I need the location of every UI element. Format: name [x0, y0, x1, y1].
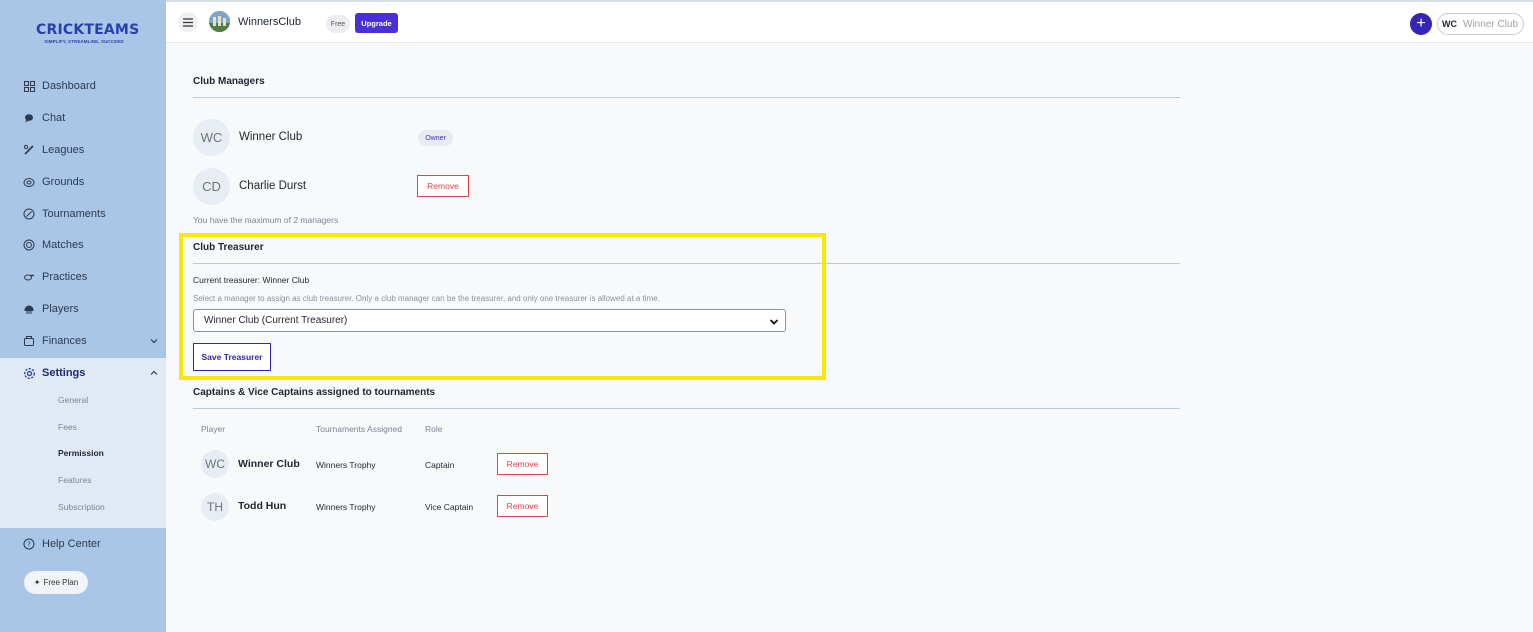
whistle-icon	[22, 270, 36, 284]
captains-title: Captains & Vice Captains assigned to tou…	[193, 387, 436, 398]
free-plan-button[interactable]: ✦ Free Plan	[24, 571, 88, 594]
sidebar-item-practices[interactable]: Practices	[0, 262, 166, 292]
divider	[193, 97, 1180, 98]
settings-sub-fees[interactable]: Fees	[58, 422, 77, 432]
stadium-icon	[22, 175, 36, 189]
sidebar-item-tournaments[interactable]: Tournaments	[0, 199, 166, 229]
free-plan-label: Free Plan	[43, 578, 79, 587]
sidebar-item-label: Finances	[42, 335, 87, 347]
sidebar-item-label: Matches	[42, 239, 84, 251]
trophy-icon	[22, 207, 36, 221]
role-cell: Captain	[425, 460, 455, 470]
grid-icon	[22, 79, 36, 93]
managers-limit-note: You have the maximum of 2 managers	[193, 215, 339, 225]
remove-vice-captain-button[interactable]: Remove	[497, 495, 548, 517]
settings-sub-features[interactable]: Features	[58, 475, 92, 485]
sidebar-item-label: Help Center	[42, 538, 101, 550]
sidebar-item-settings[interactable]: Settings	[0, 358, 166, 388]
sidebar-item-label: Settings	[42, 367, 86, 379]
menu-icon[interactable]	[178, 12, 198, 32]
column-header-role: Role	[425, 424, 443, 434]
sidebar-item-label: Chat	[42, 112, 66, 124]
sidebar-item-dashboard[interactable]: Dashboard	[0, 71, 166, 101]
sidebar-item-help-center[interactable]: ? Help Center	[0, 529, 166, 559]
divider	[193, 408, 1180, 409]
cricket-bat-icon	[22, 143, 36, 157]
top-bar: WinnersClub Free Upgrade + WC Winner Clu…	[166, 0, 1533, 43]
chevron-down-icon	[148, 335, 160, 347]
remove-manager-button[interactable]: Remove	[417, 175, 469, 197]
manager-name: Charlie Durst	[239, 180, 307, 192]
club-logo	[209, 11, 230, 32]
user-name: Winner Club	[1463, 18, 1519, 30]
manager-name: Winner Club	[239, 131, 303, 143]
sparkle-icon: ✦	[33, 578, 41, 587]
chat-bubble-icon	[22, 111, 36, 125]
owner-badge: Owner	[418, 130, 453, 146]
user-menu[interactable]: WC Winner Club	[1437, 13, 1524, 35]
user-initials: WC	[1442, 19, 1457, 29]
highlight-box	[179, 233, 826, 380]
svg-text:?: ?	[27, 541, 31, 549]
ball-icon	[22, 238, 36, 252]
sidebar-item-label: Leagues	[42, 144, 85, 156]
sidebar: CRICKTEAMS SIMPLIFY, STREAMLINE, SUCCEED…	[0, 0, 166, 632]
player-name: Winner Club	[238, 458, 300, 470]
sidebar-item-grounds[interactable]: Grounds	[0, 167, 166, 197]
help-circle-icon: ?	[22, 537, 36, 551]
avatar: WC	[193, 119, 230, 156]
brand-logo[interactable]: CRICKTEAMS SIMPLIFY, STREAMLINE, SUCCEED	[36, 22, 140, 44]
sidebar-item-label: Grounds	[42, 176, 85, 188]
sidebar-item-players[interactable]: Players	[0, 294, 166, 324]
club-managers-title: Club Managers	[193, 76, 265, 87]
settings-sub-subscription[interactable]: Subscription	[58, 502, 105, 512]
sidebar-item-label: Players	[42, 303, 79, 315]
gear-icon	[22, 366, 36, 380]
avatar: CD	[193, 168, 230, 205]
brand-tagline: SIMPLIFY, STREAMLINE, SUCCEED	[44, 39, 124, 44]
sidebar-item-matches[interactable]: Matches	[0, 230, 166, 260]
settings-sub-general[interactable]: General	[58, 395, 88, 405]
upgrade-button[interactable]: Upgrade	[355, 13, 398, 33]
sidebar-item-chat[interactable]: Chat	[0, 103, 166, 133]
player-name: Todd Hun	[238, 500, 287, 512]
add-button[interactable]: +	[1410, 13, 1432, 35]
avatar: TH	[201, 493, 229, 521]
tournament-cell: Winners Trophy	[316, 502, 376, 512]
plan-badge: Free	[326, 15, 350, 33]
tournament-cell: Winners Trophy	[316, 460, 376, 470]
avatar: WC	[201, 450, 229, 478]
sidebar-item-finances[interactable]: Finances	[0, 326, 166, 356]
brand-name: CRICKTEAMS	[36, 22, 140, 38]
sidebar-item-label: Dashboard	[42, 80, 96, 92]
helmet-icon	[22, 302, 36, 316]
wallet-icon	[22, 334, 36, 348]
sidebar-item-label: Tournaments	[42, 208, 106, 220]
settings-sub-permission[interactable]: Permission	[58, 448, 104, 458]
chevron-up-icon	[148, 367, 160, 379]
column-header-player: Player	[201, 424, 226, 434]
club-name[interactable]: WinnersClub	[238, 16, 301, 28]
remove-captain-button[interactable]: Remove	[497, 453, 548, 475]
sidebar-item-leagues[interactable]: Leagues	[0, 135, 166, 165]
role-cell: Vice Captain	[425, 502, 474, 512]
sidebar-item-label: Practices	[42, 271, 88, 283]
column-header-tournaments: Tournaments Assigned	[316, 424, 402, 434]
